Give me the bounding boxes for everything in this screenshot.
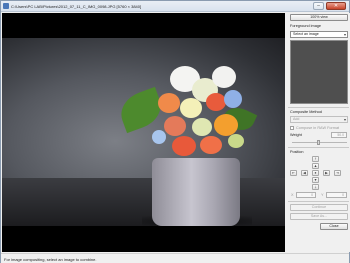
- move-right-button[interactable]: ▶: [323, 170, 330, 176]
- photo-flower: [228, 134, 244, 148]
- status-bar: For image compositing, select an image t…: [1, 253, 349, 263]
- window-title: C:\Users\PC LAB\Pictures\2012_07_11_C_IM…: [11, 4, 142, 9]
- foreground-image-preview: [290, 40, 348, 104]
- status-text: For image compositing, select an image t…: [4, 257, 97, 262]
- move-to-top-button[interactable]: ⤒: [312, 156, 319, 162]
- foreground-image-select[interactable]: Select an image ▾: [290, 31, 348, 38]
- photo-flower: [224, 90, 242, 108]
- move-to-left-edge-button[interactable]: ⇤: [290, 170, 297, 176]
- photo-flower: [212, 66, 236, 88]
- section-divider: [288, 107, 349, 108]
- composite-panel: 100% view Foreground image Select an ima…: [287, 13, 350, 252]
- weight-label: Weight: [290, 133, 302, 137]
- photo-vase: [152, 158, 240, 226]
- y-position-field[interactable]: 0: [326, 192, 347, 198]
- photo-flower: [200, 136, 222, 154]
- app-icon: [3, 3, 9, 9]
- title-bar[interactable]: C:\Users\PC LAB\Pictures\2012_07_11_C_IM…: [1, 1, 349, 12]
- center-position-button[interactable]: ●: [312, 170, 319, 176]
- x-position-field[interactable]: 0: [296, 192, 316, 198]
- save-as-button[interactable]: Save As...: [290, 213, 348, 220]
- foreground-image-heading: Foreground image: [290, 24, 322, 28]
- chevron-down-icon: ▾: [343, 32, 346, 37]
- foreground-image-select-value: Select an image: [293, 32, 319, 36]
- continue-button[interactable]: Continue: [290, 204, 348, 211]
- composite-method-select-value: Add: [293, 117, 300, 121]
- x-position-label: X: [291, 193, 294, 197]
- weight-slider-thumb[interactable]: [317, 140, 320, 145]
- minimize-button[interactable]: –: [313, 2, 324, 10]
- photo-flower: [158, 93, 180, 113]
- move-to-bottom-button[interactable]: ⤓: [312, 184, 319, 190]
- image-preview-area[interactable]: [2, 13, 285, 252]
- move-to-right-edge-button[interactable]: ⇥: [334, 170, 341, 176]
- background-photo: [2, 38, 285, 226]
- photo-flower: [206, 93, 226, 111]
- photo-flower: [152, 130, 166, 144]
- move-down-button[interactable]: ▼: [312, 177, 319, 183]
- compose-raw-checkbox[interactable]: [290, 126, 294, 130]
- photo-flower: [192, 118, 212, 136]
- composite-method-select[interactable]: Add ▾: [290, 116, 348, 123]
- y-position-label: Y: [321, 193, 324, 197]
- image-composition-window: C:\Users\PC LAB\Pictures\2012_07_11_C_IM…: [0, 0, 350, 263]
- move-up-button[interactable]: ▲: [312, 163, 319, 169]
- weight-field[interactable]: 50.0: [331, 132, 347, 138]
- composite-method-heading: Composite Method: [290, 110, 322, 114]
- photo-flower: [172, 136, 196, 156]
- photo-leaf: [115, 86, 167, 134]
- close-button[interactable]: Close: [320, 223, 348, 230]
- compose-raw-label: Compose in RAW Format: [296, 126, 340, 130]
- photo-flower: [164, 116, 186, 136]
- move-left-button[interactable]: ◀: [301, 170, 308, 176]
- chevron-down-icon: ▾: [343, 117, 346, 122]
- section-divider: [288, 201, 349, 202]
- photo-flower: [180, 98, 202, 118]
- 100-percent-view-button[interactable]: 100% view: [290, 14, 348, 21]
- close-window-button[interactable]: ✕: [326, 2, 346, 10]
- photo-flower: [214, 114, 238, 136]
- section-divider: [288, 147, 349, 148]
- position-heading: Position: [290, 150, 304, 154]
